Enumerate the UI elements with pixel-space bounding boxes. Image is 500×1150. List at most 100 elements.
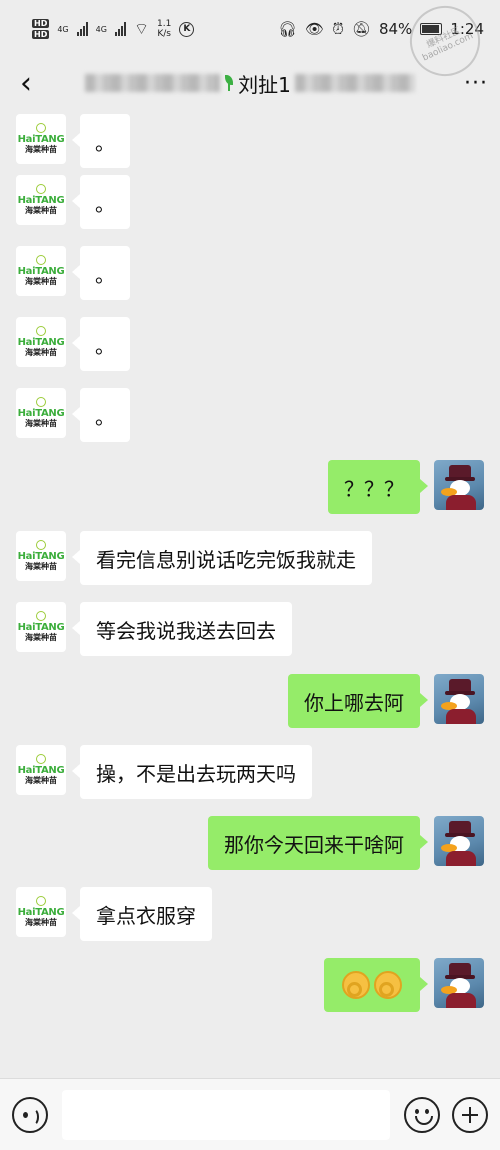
hd-icon: HD (32, 19, 50, 28)
message-bubble[interactable]: 你上哪去阿 (288, 674, 428, 728)
k-app-icon: K (179, 21, 195, 37)
logo-text-cn: 海棠种苗 (25, 633, 57, 642)
leaf-icon (36, 255, 46, 265)
message-row: HaiTANG 海棠种苗 操，不是出去玩两天吗 (0, 745, 500, 799)
redacted-name-block (294, 74, 415, 92)
battery-icon (420, 23, 443, 35)
contact-avatar[interactable]: HaiTANG 海棠种苗 (16, 246, 66, 296)
message-bubble[interactable]: 拿点衣服穿 (72, 887, 212, 941)
message-list[interactable]: HaiTANG 海棠种苗 。 HaiTANG 海棠种苗 。 HaiTANG 海棠种苗 … (0, 108, 500, 1078)
logo-text-en: HaiTANG (17, 134, 65, 145)
contact-avatar[interactable]: HaiTANG 海棠种苗 (16, 317, 66, 367)
logo-text-en: HaiTANG (17, 551, 65, 562)
hd-icon: HD (32, 30, 50, 39)
hd-indicator: HD HD (32, 19, 50, 39)
chat-title: 刘扯1 (48, 69, 452, 98)
message-bubble[interactable]: ？？？ (328, 460, 428, 514)
signal-icon (76, 22, 88, 36)
contact-avatar[interactable]: HaiTANG 海棠种苗 (16, 602, 66, 652)
message-row: HaiTANG 海棠种苗 拿点衣服穿 (0, 887, 500, 941)
wifi-icon: ⌔ (133, 19, 149, 38)
leaf-icon (36, 123, 46, 133)
status-left: HD HD 4G 4G ⌔ 1.1 K/s K (32, 19, 195, 39)
network-speed: 1.1 K/s (157, 19, 171, 39)
alarm-icon: ⏰︎ (332, 20, 344, 38)
chat-header: ‹ 刘扯1 ··· (0, 58, 500, 108)
message-bubble[interactable]: 。 (72, 175, 130, 229)
logo-text-cn: 海棠种苗 (25, 277, 57, 286)
logo-text-cn: 海棠种苗 (25, 145, 57, 154)
network-type-label: 4G (95, 24, 107, 34)
logo-text-cn: 海棠种苗 (25, 776, 57, 785)
contact-avatar[interactable]: HaiTANG 海棠种苗 (16, 887, 66, 937)
message-row: HaiTANG 海棠种苗 。 (0, 175, 500, 229)
message-row: 那你今天回来干啥阿 (0, 816, 500, 870)
contact-avatar[interactable]: HaiTANG 海棠种苗 (16, 175, 66, 225)
message-row: HaiTANG 海棠种苗 。 (0, 114, 500, 168)
logo-text-en: HaiTANG (17, 266, 65, 277)
eye-icon: 👁︎ (305, 20, 325, 38)
battery-percent: 84% (378, 20, 413, 38)
message-bubble[interactable]: 。 (72, 114, 130, 168)
message-row: ？？？ (0, 460, 500, 514)
logo-text-en: HaiTANG (17, 622, 65, 633)
emoji-icon[interactable] (404, 1096, 440, 1133)
message-bubble[interactable]: 等会我说我送去回去 (72, 602, 292, 656)
logo-text-cn: 海棠种苗 (25, 206, 57, 215)
input-bar (0, 1078, 500, 1150)
logo-text-en: HaiTANG (17, 907, 65, 918)
message-row (0, 958, 500, 1012)
speed-unit: K/s (157, 29, 171, 39)
message-input[interactable] (62, 1089, 390, 1140)
contact-avatar[interactable]: HaiTANG 海棠种苗 (16, 531, 66, 581)
user-avatar[interactable] (434, 816, 484, 866)
leaf-icon (36, 611, 46, 621)
message-row: HaiTANG 海棠种苗 看完信息别说话吃完饭我就走 (0, 531, 500, 585)
message-row: HaiTANG 海棠种苗 等会我说我送去回去 (0, 602, 500, 656)
message-row: 你上哪去阿 (0, 674, 500, 728)
message-row: HaiTANG 海棠种苗 。 (0, 246, 500, 300)
message-bubble[interactable]: 看完信息别说话吃完饭我就走 (72, 531, 372, 585)
contact-avatar[interactable]: HaiTANG 海棠种苗 (16, 388, 66, 438)
leaf-icon (36, 540, 46, 550)
contact-avatar[interactable]: HaiTANG 海棠种苗 (16, 114, 66, 164)
message-bubble[interactable]: 操，不是出去玩两天吗 (72, 745, 312, 799)
leaf-icon (36, 397, 46, 407)
logo-text-en: HaiTANG (17, 765, 65, 776)
emoji-message-bubble[interactable] (324, 958, 428, 1012)
leaf-icon (36, 754, 46, 764)
status-time: 1:24 (450, 20, 484, 38)
logo-text-en: HaiTANG (17, 408, 65, 419)
user-avatar[interactable] (434, 674, 484, 724)
ok-hand-emoji-icon (374, 971, 402, 999)
more-options-icon[interactable]: ··· (452, 71, 500, 96)
leaf-icon (36, 326, 46, 336)
message-bubble[interactable]: 。 (72, 388, 130, 442)
logo-text-cn: 海棠种苗 (25, 918, 57, 927)
headphones-icon: 🎧︎ (278, 20, 298, 38)
chat-title-text: 刘扯1 (238, 72, 291, 97)
mute-icon: 🔕︎ (351, 20, 371, 38)
speed-value: 1.1 (156, 19, 172, 29)
signal-icon (114, 22, 126, 36)
message-bubble[interactable]: 。 (72, 246, 130, 300)
leaf-icon (36, 184, 46, 194)
user-avatar[interactable] (434, 460, 484, 510)
message-row: HaiTANG 海棠种苗 。 (0, 317, 500, 371)
logo-text-cn: 海棠种苗 (25, 562, 57, 571)
message-bubble[interactable]: 那你今天回来干啥阿 (208, 816, 428, 870)
leaf-icon (36, 896, 46, 906)
voice-input-icon[interactable] (12, 1096, 48, 1133)
back-arrow-icon[interactable]: ‹ (4, 58, 48, 108)
status-bar: HD HD 4G 4G ⌔ 1.1 K/s K 🎧︎ 👁︎ ⏰︎ 🔕︎ 84% … (0, 0, 500, 58)
network-type-label: 4G (57, 24, 69, 34)
user-avatar[interactable] (434, 958, 484, 1008)
message-bubble[interactable]: 。 (72, 317, 130, 371)
sprout-icon (224, 75, 234, 91)
logo-text-cn: 海棠种苗 (25, 419, 57, 428)
plus-icon[interactable] (452, 1096, 488, 1133)
logo-text-en: HaiTANG (17, 337, 65, 348)
message-row: HaiTANG 海棠种苗 。 (0, 388, 500, 442)
contact-avatar[interactable]: HaiTANG 海棠种苗 (16, 745, 66, 795)
logo-text-cn: 海棠种苗 (25, 348, 57, 357)
